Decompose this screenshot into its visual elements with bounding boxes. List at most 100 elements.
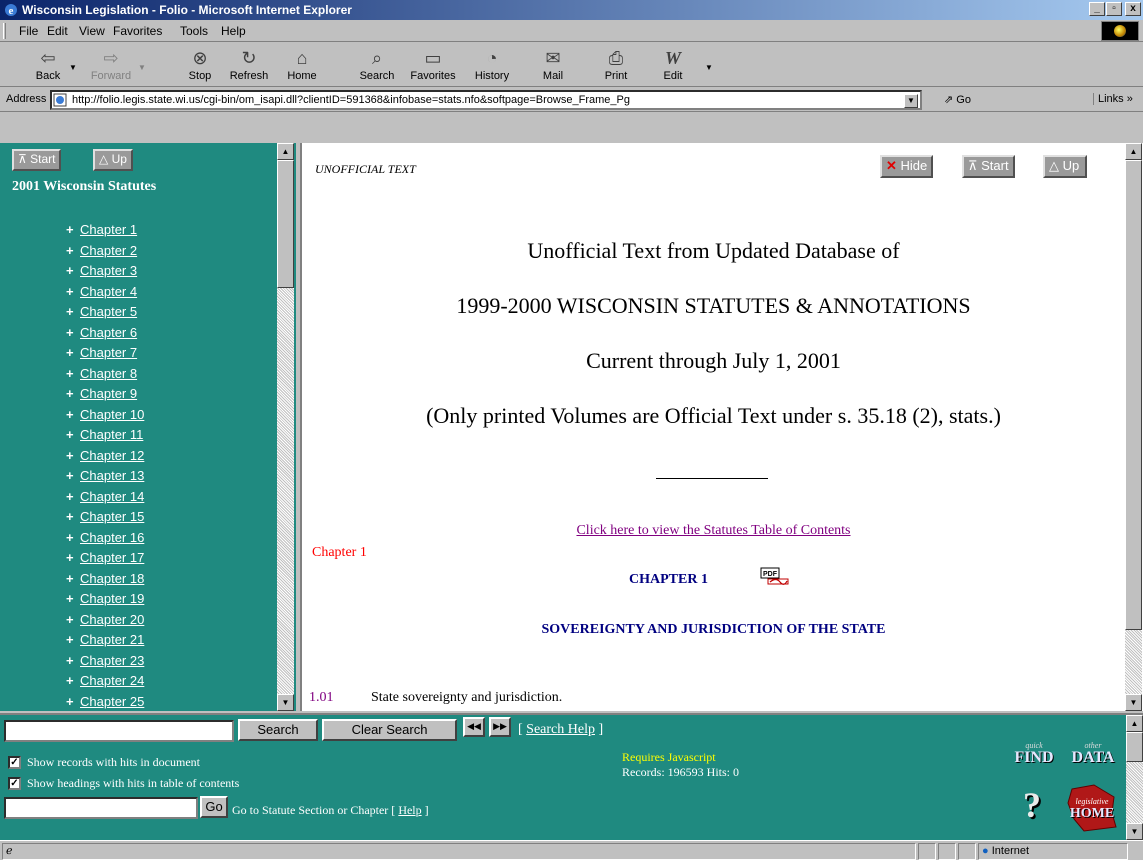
print-button[interactable]: ⎙ Print <box>598 45 634 85</box>
chapter-link[interactable]: Chapter 13 <box>80 468 144 483</box>
search-input[interactable] <box>4 720 234 742</box>
chapter-link[interactable]: Chapter 11 <box>80 427 143 442</box>
next-hit-button[interactable]: ▶▶ <box>489 717 511 737</box>
menu-file[interactable]: File <box>19 24 38 38</box>
chapter-link[interactable]: Chapter 10 <box>80 407 144 422</box>
maximize-button[interactable]: ▫ <box>1106 2 1122 16</box>
clear-search-button[interactable]: Clear Search <box>322 719 457 741</box>
chapter-link[interactable]: Chapter 4 <box>80 284 137 299</box>
left-scroll-up[interactable]: ▲ <box>277 143 294 160</box>
main-up-button[interactable]: △ Up <box>1043 155 1087 178</box>
expand-plus-icon[interactable]: + <box>66 550 80 565</box>
expand-plus-icon[interactable]: + <box>66 407 80 422</box>
chapter-link[interactable]: Chapter 24 <box>80 673 144 688</box>
expand-plus-icon[interactable]: + <box>66 345 80 360</box>
expand-plus-icon[interactable]: + <box>66 612 80 627</box>
chapter-link[interactable]: Chapter 20 <box>80 612 144 627</box>
chapter-link[interactable]: Chapter 23 <box>80 653 144 668</box>
expand-plus-icon[interactable]: + <box>66 653 80 668</box>
left-scrollbar[interactable]: ▲ ▼ <box>277 143 294 711</box>
main-scroll-down[interactable]: ▼ <box>1125 694 1142 711</box>
expand-plus-icon[interactable]: + <box>66 468 80 483</box>
mail-button[interactable]: ✉ Mail <box>533 45 573 85</box>
quick-find-button[interactable]: quick FIND <box>1012 741 1056 766</box>
expand-plus-icon[interactable]: + <box>66 673 80 688</box>
main-scroll-up[interactable]: ▲ <box>1125 143 1142 160</box>
left-start-button[interactable]: ⊼ Start <box>12 149 62 171</box>
left-scroll-thumb[interactable] <box>277 160 294 288</box>
chapter-link[interactable]: Chapter 12 <box>80 448 144 463</box>
expand-plus-icon[interactable]: + <box>66 509 80 524</box>
main-scrollbar[interactable]: ▲ ▼ <box>1125 143 1142 711</box>
expand-plus-icon[interactable]: + <box>66 222 80 237</box>
chapter-link[interactable]: Chapter 18 <box>80 571 144 586</box>
expand-plus-icon[interactable]: + <box>66 263 80 278</box>
expand-plus-icon[interactable]: + <box>66 448 80 463</box>
search-toolbar-button[interactable]: ⌕ Search <box>355 45 399 85</box>
search-frame-scrollbar[interactable]: ▲ ▼ <box>1126 715 1143 840</box>
section-number[interactable]: 1.01 <box>309 690 334 706</box>
search-scroll-down[interactable]: ▼ <box>1126 823 1143 840</box>
expand-plus-icon[interactable]: + <box>66 591 80 606</box>
chapter-link[interactable]: Chapter 8 <box>80 366 137 381</box>
expand-plus-icon[interactable]: + <box>66 284 80 299</box>
goto-help-link[interactable]: Help <box>398 803 421 817</box>
back-dropdown[interactable]: ▼ <box>69 63 77 72</box>
chapter-link[interactable]: Chapter 16 <box>80 530 144 545</box>
expand-plus-icon[interactable]: + <box>66 427 80 442</box>
expand-plus-icon[interactable]: + <box>66 386 80 401</box>
refresh-button[interactable]: ↻ Refresh <box>229 45 269 85</box>
search-help-link[interactable]: Search Help <box>526 722 595 737</box>
pdf-icon[interactable]: PDF <box>760 567 790 585</box>
history-button[interactable]: ◔ History <box>470 45 514 85</box>
chapter-link[interactable]: Chapter 2 <box>80 243 137 258</box>
help-question-icon[interactable]: ? <box>1012 785 1052 825</box>
menu-favorites[interactable]: Favorites <box>113 24 162 38</box>
goto-go-button[interactable]: Go <box>200 796 228 818</box>
menu-view[interactable]: View <box>79 24 105 38</box>
search-button[interactable]: Search <box>238 719 318 741</box>
expand-plus-icon[interactable]: + <box>66 304 80 319</box>
goto-section-input[interactable] <box>4 797 198 819</box>
chapter-link[interactable]: Chapter 17 <box>80 550 144 565</box>
show-headings-checkbox[interactable]: ✓ <box>8 777 21 790</box>
go-button[interactable]: ⇗ Go <box>944 93 971 106</box>
home-button[interactable]: ⌂ Home <box>283 45 321 85</box>
forward-button[interactable]: ⇨ Forward <box>88 45 134 85</box>
expand-plus-icon[interactable]: + <box>66 325 80 340</box>
chapter-link[interactable]: Chapter 21 <box>80 632 144 647</box>
address-input[interactable]: http://folio.legis.state.wi.us/cgi-bin/o… <box>50 90 922 110</box>
expand-plus-icon[interactable]: + <box>66 571 80 586</box>
hide-button[interactable]: ✕ Hide <box>880 155 934 178</box>
expand-plus-icon[interactable]: + <box>66 243 80 258</box>
chapter-link[interactable]: Chapter 1 <box>80 222 137 237</box>
show-records-checkbox[interactable]: ✓ <box>8 756 21 769</box>
other-data-button[interactable]: other DATA <box>1068 741 1118 766</box>
minimize-button[interactable]: _ <box>1089 2 1105 16</box>
chapter-link[interactable]: Chapter 5 <box>80 304 137 319</box>
main-start-button[interactable]: ⊼ Start <box>962 155 1015 178</box>
expand-plus-icon[interactable]: + <box>66 366 80 381</box>
search-scroll-thumb[interactable] <box>1126 732 1143 762</box>
menu-help[interactable]: Help <box>221 24 246 38</box>
chapter-link[interactable]: Chapter 7 <box>80 345 137 360</box>
links-button[interactable]: Links » <box>1093 93 1133 105</box>
expand-plus-icon[interactable]: + <box>66 694 80 709</box>
address-dropdown[interactable]: ▼ <box>904 94 918 108</box>
previous-hit-button[interactable]: ◀◀ <box>463 717 485 737</box>
edit-dropdown[interactable]: ▼ <box>705 63 713 72</box>
expand-plus-icon[interactable]: + <box>66 632 80 647</box>
chapter-link[interactable]: Chapter 15 <box>80 509 144 524</box>
search-scroll-up[interactable]: ▲ <box>1126 715 1143 732</box>
stop-button[interactable]: ⊗ Stop <box>183 45 217 85</box>
close-button[interactable]: x <box>1125 2 1141 16</box>
expand-plus-icon[interactable]: + <box>66 489 80 504</box>
toc-link-text[interactable]: Click here to view the Statutes Table of… <box>576 523 850 538</box>
chapter-link[interactable]: Chapter 14 <box>80 489 144 504</box>
chapter-link[interactable]: Chapter 19 <box>80 591 144 606</box>
chapter-link[interactable]: Chapter 25 <box>80 694 144 709</box>
left-scroll-down[interactable]: ▼ <box>277 694 294 711</box>
chapter-link[interactable]: Chapter 6 <box>80 325 137 340</box>
menu-tools[interactable]: Tools <box>180 24 208 38</box>
expand-plus-icon[interactable]: + <box>66 530 80 545</box>
